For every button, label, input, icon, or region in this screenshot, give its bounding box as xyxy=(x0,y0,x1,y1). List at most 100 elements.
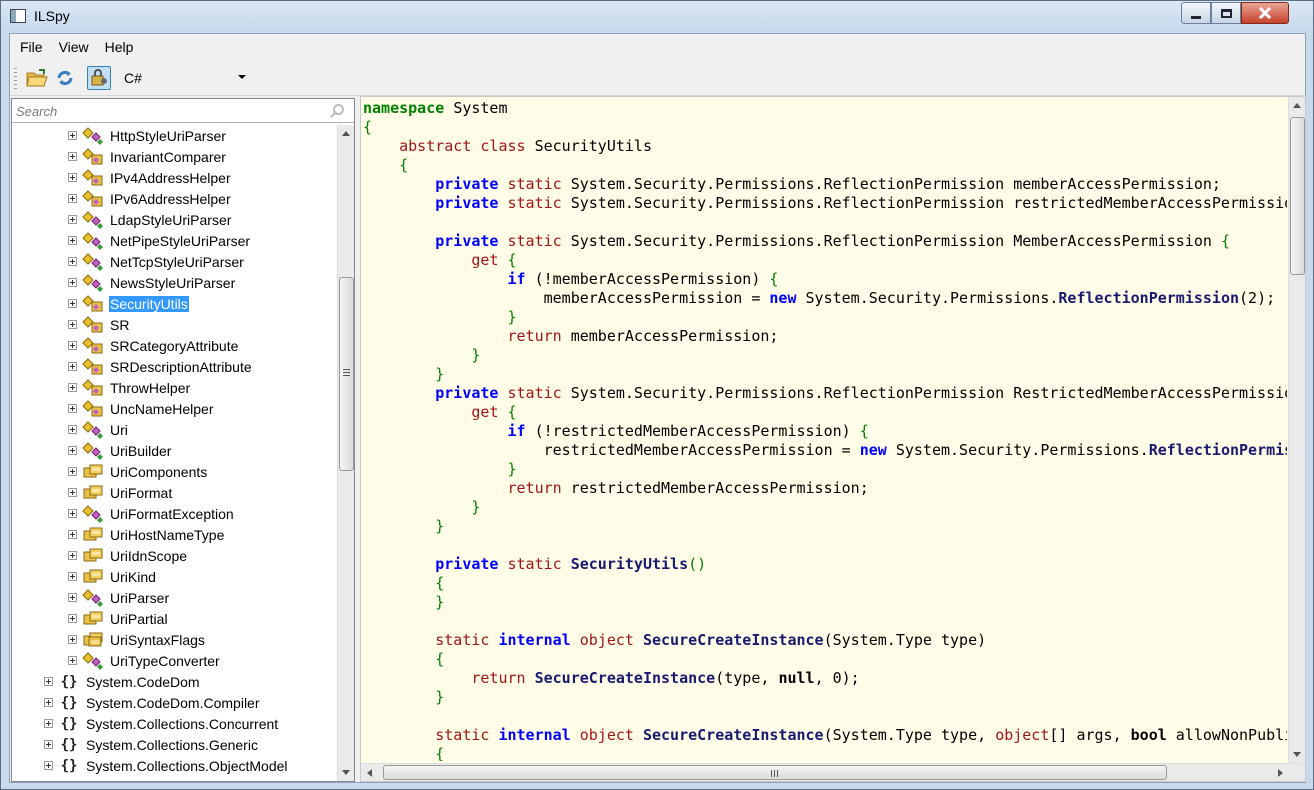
code-line: abstract class SecurityUtils xyxy=(363,137,1287,156)
expand-plus-icon[interactable] xyxy=(68,614,77,623)
expand-plus-icon[interactable] xyxy=(68,530,77,539)
expand-plus-icon[interactable] xyxy=(68,635,77,644)
refresh-button[interactable] xyxy=(53,66,77,90)
scroll-down-icon[interactable] xyxy=(342,770,350,775)
tree-node-type[interactable]: UriHostNameType xyxy=(68,524,225,545)
code-line: if (!memberAccessPermission) { xyxy=(363,270,1287,289)
expand-plus-icon[interactable] xyxy=(68,299,77,308)
code-editor[interactable]: namespace System{ abstract class Securit… xyxy=(363,99,1287,761)
pane-splitter[interactable] xyxy=(355,98,359,782)
tree-node-type[interactable]: IPv4AddressHelper xyxy=(68,167,232,188)
tree-node-type[interactable]: NetPipeStyleUriParser xyxy=(68,230,251,251)
tree-vertical-scrollbar[interactable] xyxy=(337,125,354,781)
tree-node-namespace[interactable]: {} System.Collections.Concurrent xyxy=(44,713,279,734)
tree-node-type[interactable]: InvariantComparer xyxy=(68,146,227,167)
expand-plus-icon[interactable] xyxy=(68,215,77,224)
tree-node-type[interactable]: LdapStyleUriParser xyxy=(68,209,232,230)
code-vertical-scrollbar[interactable] xyxy=(1288,97,1305,763)
scroll-thumb[interactable] xyxy=(1290,117,1305,275)
expand-plus-icon[interactable] xyxy=(68,257,77,266)
tree-node-type[interactable]: UriParser xyxy=(68,587,170,608)
toolbar-grip[interactable] xyxy=(14,68,17,90)
scroll-up-icon[interactable] xyxy=(342,131,350,136)
expand-plus-icon[interactable] xyxy=(68,404,77,413)
class-internal-icon xyxy=(82,378,104,397)
expand-plus-icon[interactable] xyxy=(44,740,53,749)
title-bar[interactable]: ILSpy xyxy=(1,1,1313,33)
expand-plus-icon[interactable] xyxy=(68,593,77,602)
language-dropdown[interactable]: C# xyxy=(118,68,250,88)
tree-node-type[interactable]: SR xyxy=(68,314,130,335)
tree-node-type[interactable]: UriTypeConverter xyxy=(68,650,221,671)
expand-plus-icon[interactable] xyxy=(68,131,77,140)
menu-view[interactable]: View xyxy=(51,39,97,55)
tree-node-type[interactable]: UriBuilder xyxy=(68,440,172,461)
code-token: private xyxy=(435,175,508,193)
show-internal-api-button[interactable] xyxy=(87,66,111,90)
tree-node-type[interactable]: NetTcpStyleUriParser xyxy=(68,251,245,272)
minimize-button[interactable] xyxy=(1181,2,1211,24)
tree-node-type[interactable]: SRDescriptionAttribute xyxy=(68,356,253,377)
expand-plus-icon[interactable] xyxy=(44,677,53,686)
menu-help[interactable]: Help xyxy=(97,39,142,55)
expand-plus-icon[interactable] xyxy=(68,278,77,287)
scroll-up-icon[interactable] xyxy=(1293,103,1301,108)
expand-plus-icon[interactable] xyxy=(44,761,53,770)
expand-plus-icon[interactable] xyxy=(68,320,77,329)
scroll-right-icon[interactable] xyxy=(1278,769,1283,777)
horizontal-scroll-thumb[interactable] xyxy=(383,765,1167,780)
scroll-thumb[interactable] xyxy=(339,277,354,471)
tree-node-label: InvariantComparer xyxy=(110,148,226,165)
menu-file[interactable]: File xyxy=(12,39,51,55)
expand-plus-icon[interactable] xyxy=(68,509,77,518)
tree-node-type[interactable]: Uri xyxy=(68,419,129,440)
expand-plus-icon[interactable] xyxy=(68,152,77,161)
expand-plus-icon[interactable] xyxy=(44,698,53,707)
tree-node-type[interactable]: UriComponents xyxy=(68,461,208,482)
tree-node-type[interactable]: ThrowHelper xyxy=(68,377,191,398)
code-token: { xyxy=(435,745,445,761)
scroll-down-icon[interactable] xyxy=(1293,752,1301,757)
tree-node-type[interactable]: UriFormatException xyxy=(68,503,235,524)
code-token: allowNonPubli xyxy=(1166,726,1287,744)
expand-plus-icon[interactable] xyxy=(44,719,53,728)
expand-plus-icon[interactable] xyxy=(68,341,77,350)
tree-node-type[interactable]: SRCategoryAttribute xyxy=(68,335,239,356)
tree-node-type[interactable]: UriSyntaxFlags xyxy=(68,629,206,650)
expand-plus-icon[interactable] xyxy=(68,488,77,497)
expand-plus-icon[interactable] xyxy=(68,656,77,665)
tree-node-label: NetPipeStyleUriParser xyxy=(110,232,251,249)
tree-node-type[interactable]: UriKind xyxy=(68,566,157,587)
tree-node-type[interactable]: NewsStyleUriParser xyxy=(68,272,236,293)
expand-plus-icon[interactable] xyxy=(68,383,77,392)
expand-plus-icon[interactable] xyxy=(68,236,77,245)
search-input[interactable] xyxy=(16,102,326,120)
close-button[interactable] xyxy=(1241,2,1289,24)
expand-plus-icon[interactable] xyxy=(68,362,77,371)
tree-node-type[interactable]: SecurityUtils xyxy=(68,293,189,314)
tree-node-type[interactable]: HttpStyleUriParser xyxy=(68,125,227,146)
expand-plus-icon[interactable] xyxy=(68,425,77,434)
language-value: C# xyxy=(124,70,142,86)
tree-node-type[interactable]: IPv6AddressHelper xyxy=(68,188,232,209)
expand-plus-icon[interactable] xyxy=(68,572,77,581)
maximize-button[interactable] xyxy=(1211,2,1241,24)
expand-plus-icon[interactable] xyxy=(68,173,77,182)
expand-plus-icon[interactable] xyxy=(68,446,77,455)
expand-plus-icon[interactable] xyxy=(68,467,77,476)
open-button[interactable] xyxy=(25,66,49,90)
expand-plus-icon[interactable] xyxy=(68,194,77,203)
tree-node-type[interactable]: UriFormat xyxy=(68,482,173,503)
code-horizontal-scrollbar[interactable] xyxy=(361,763,1305,781)
expand-plus-icon[interactable] xyxy=(68,551,77,560)
tree-node-type[interactable]: UriPartial xyxy=(68,608,169,629)
tree-node-namespace[interactable]: {} System.CodeDom.Compiler xyxy=(44,692,261,713)
tree-node-namespace[interactable]: {} System.Collections.Generic xyxy=(44,734,259,755)
tree-node-type[interactable]: UriIdnScope xyxy=(68,545,188,566)
tree-node-namespace[interactable]: {} System.CodeDom xyxy=(44,671,201,692)
tree-node-type[interactable]: UncNameHelper xyxy=(68,398,214,419)
tree-node-namespace[interactable]: {} System.Collections.ObjectModel xyxy=(44,755,289,776)
scroll-left-icon[interactable] xyxy=(367,769,372,777)
